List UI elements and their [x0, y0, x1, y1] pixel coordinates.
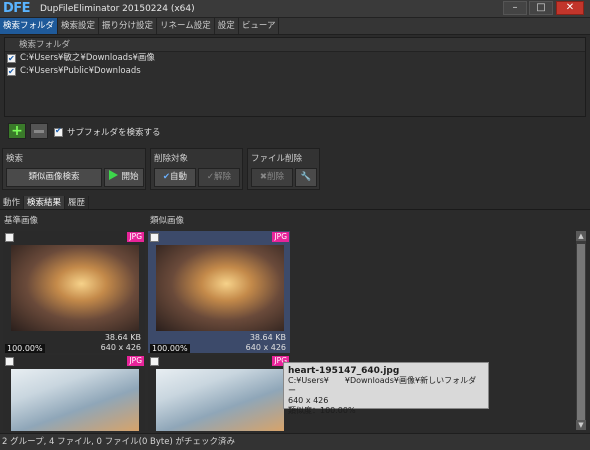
auto-select-button[interactable]: ✔自動: [154, 168, 196, 187]
thumbnail-image: [156, 369, 284, 431]
file-delete-label: ファイル削除: [251, 154, 303, 164]
folder-checkbox[interactable]: [7, 65, 16, 78]
folder-list-header: 検索フォルダ: [5, 38, 585, 52]
jpg-badge: JPG: [127, 356, 144, 366]
wrench-button[interactable]: 🔧: [295, 168, 317, 187]
jpg-badge: JPG: [272, 232, 289, 242]
tooltip-dimensions: 640 x 426: [288, 396, 329, 405]
status-bar: 2 グループ, 4 ファイル, 0 ファイル(0 Byte) がチェック済み: [0, 433, 590, 450]
folder-item[interactable]: C:¥Users¥敏之¥Downloads¥画像: [5, 52, 585, 65]
tab-history[interactable]: 履歴: [65, 196, 90, 209]
folder-path: C:¥Users¥Public¥Downloads: [20, 66, 141, 76]
thumbnail-image: [156, 245, 284, 331]
tab-search-settings[interactable]: 検索設定: [58, 18, 100, 34]
result-cell[interactable]: JPG: [148, 355, 290, 431]
result-cell[interactable]: JPG 38.64 KB 640 x 426 100.00%: [148, 231, 290, 353]
remove-folder-button[interactable]: [30, 123, 48, 139]
x-icon: ✖: [259, 172, 268, 182]
start-button[interactable]: 開始: [104, 168, 144, 187]
results-scrollbar[interactable]: ▲ ▼: [576, 231, 586, 430]
tooltip-path: C:¥Users¥ ¥Downloads¥画像¥新しいフォルダー: [288, 376, 477, 395]
result-tab-bar: 動作 検索結果 履歴: [0, 196, 590, 210]
subfolder-label: サブフォルダを検索する: [67, 128, 161, 138]
result-checkbox[interactable]: [5, 357, 14, 366]
search-group-label: 検索: [6, 154, 24, 164]
delete-label: 削除: [267, 172, 285, 182]
image-dimensions: 640 x 426: [245, 343, 286, 352]
window-title: DupFileEliminator 20150224 (x64): [40, 4, 195, 14]
title-bar: DFE DupFileEliminator 20150224 (x64) – □…: [0, 0, 590, 18]
folder-item[interactable]: C:¥Users¥Public¥Downloads: [5, 65, 585, 78]
subfolder-checkbox[interactable]: [54, 126, 63, 137]
wrench-icon: 🔧: [300, 172, 312, 182]
add-folder-button[interactable]: [8, 123, 26, 139]
tab-rename-settings[interactable]: リネーム設定: [157, 18, 215, 34]
tab-action[interactable]: 動作: [0, 196, 25, 209]
result-checkbox[interactable]: [150, 357, 159, 366]
thumbnail-image: [11, 245, 139, 331]
result-checkbox[interactable]: [5, 233, 14, 242]
maximize-button[interactable]: □: [529, 1, 553, 15]
file-size: 38.64 KB: [249, 333, 286, 342]
file-delete-group: ファイル削除 ✖削除 🔧: [247, 148, 320, 190]
scroll-down-icon[interactable]: ▼: [576, 420, 586, 430]
subfolder-option[interactable]: サブフォルダを検索する: [54, 126, 161, 138]
tab-search-folder[interactable]: 検索フォルダ: [0, 18, 59, 34]
result-cell[interactable]: JPG 38.64 KB 640 x 426 100.00%: [3, 231, 145, 353]
tooltip-similarity: 類似度：100.00%: [288, 406, 356, 415]
search-mode-button[interactable]: 類似画像検索: [6, 168, 102, 187]
play-icon: [109, 170, 119, 180]
release-label: 解除: [214, 172, 232, 182]
release-button[interactable]: ✓解除: [198, 168, 240, 187]
scrollbar-thumb[interactable]: [577, 244, 585, 420]
similarity-percent: 100.00%: [5, 344, 45, 353]
tab-viewer[interactable]: ビューア: [239, 18, 280, 34]
tooltip-filename: heart-195147_640.jpg: [288, 366, 400, 376]
check-icon: ✔: [162, 172, 171, 182]
tab-settings[interactable]: 設定: [215, 18, 239, 34]
delete-target-label: 削除対象: [154, 154, 189, 164]
minimize-button[interactable]: –: [503, 1, 527, 15]
result-cell[interactable]: JPG: [3, 355, 145, 431]
image-dimensions: 640 x 426: [100, 343, 141, 352]
result-checkbox[interactable]: [150, 233, 159, 242]
similarity-percent: 100.00%: [150, 344, 190, 353]
scroll-up-icon[interactable]: ▲: [576, 231, 586, 241]
app-logo: DFE: [3, 1, 31, 16]
auto-label: 自動: [170, 172, 188, 182]
tab-sort-settings[interactable]: 振り分け設定: [99, 18, 158, 34]
tab-search-results[interactable]: 検索結果: [24, 196, 66, 209]
file-size: 38.64 KB: [104, 333, 141, 342]
jpg-badge: JPG: [127, 232, 144, 242]
column-similar-image: 類似画像: [150, 216, 185, 226]
main-tab-bar: 検索フォルダ 検索設定 振り分け設定 リネーム設定 設定 ビューア: [0, 18, 590, 35]
folder-checkbox[interactable]: [7, 52, 16, 65]
close-button[interactable]: ✕: [556, 1, 584, 15]
check-outline-icon: ✓: [206, 172, 215, 182]
thumbnail-image: [11, 369, 139, 431]
delete-target-group: 削除対象 ✔自動 ✓解除: [150, 148, 243, 190]
delete-button[interactable]: ✖削除: [251, 168, 293, 187]
folder-path: C:¥Users¥敏之¥Downloads¥画像: [20, 53, 155, 63]
column-base-image: 基準画像: [4, 216, 39, 226]
search-group: 検索 類似画像検索 開始: [2, 148, 146, 190]
file-info-tooltip: heart-195147_640.jpg C:¥Users¥ ¥Download…: [283, 362, 489, 415]
start-label: 開始: [121, 172, 139, 182]
folder-list: 検索フォルダ C:¥Users¥敏之¥Downloads¥画像 C:¥Users…: [4, 37, 586, 117]
